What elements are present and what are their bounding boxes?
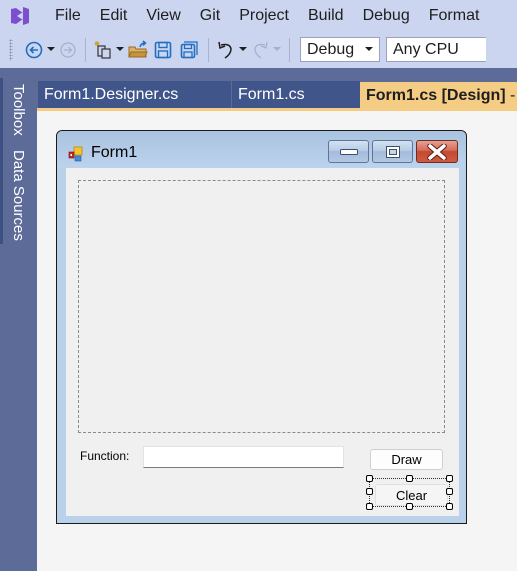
- toolbar-separator: [289, 37, 290, 62]
- drawing-panel[interactable]: [78, 180, 445, 433]
- form-window[interactable]: Form1 Function: Draw Clear: [56, 130, 467, 524]
- minimize-button[interactable]: [328, 140, 369, 163]
- navigate-back-icon[interactable]: [23, 38, 45, 62]
- toolbox-tab-label: Toolbox: [10, 84, 27, 136]
- menu-edit[interactable]: Edit: [89, 0, 136, 31]
- resize-handle-top-right[interactable]: [446, 475, 453, 482]
- form-client-area: Function: Draw Clear: [66, 168, 459, 516]
- new-project-dropdown-icon[interactable]: [114, 47, 126, 52]
- menu-file[interactable]: File: [44, 0, 89, 31]
- chevron-down-icon: [365, 47, 379, 52]
- menu-build[interactable]: Build: [297, 0, 352, 31]
- solution-platform-value: Any CPU: [393, 40, 459, 58]
- data-sources-tab[interactable]: Data Sources: [0, 144, 37, 244]
- resize-handle-top[interactable]: [406, 475, 413, 482]
- toolbar-separator: [85, 37, 86, 62]
- resize-handle-bottom[interactable]: [406, 503, 413, 510]
- save-icon[interactable]: [150, 38, 176, 62]
- toolbox-tab[interactable]: Toolbox: [0, 78, 37, 144]
- menu-git[interactable]: Git: [189, 0, 228, 31]
- close-button[interactable]: [416, 140, 458, 163]
- menu-format[interactable]: Format: [418, 0, 488, 31]
- redo-dropdown-icon[interactable]: [271, 47, 283, 52]
- solution-configuration-value: Debug: [307, 40, 355, 58]
- tab-form1-design[interactable]: Form1.cs [Design] -: [360, 82, 517, 110]
- save-all-icon[interactable]: [176, 38, 202, 62]
- solution-platform-select[interactable]: Any CPU: [386, 37, 486, 62]
- redo-icon[interactable]: [249, 38, 271, 62]
- toolbar-grip[interactable]: [9, 38, 13, 61]
- tab-label: Form1.cs: [238, 86, 305, 103]
- maximize-button[interactable]: [372, 140, 413, 163]
- form-title: Form1: [91, 144, 138, 161]
- draw-button[interactable]: Draw: [370, 449, 443, 470]
- menu-project[interactable]: Project: [228, 0, 297, 31]
- toolwindow-strip: Toolbox Data Sources: [0, 74, 37, 571]
- resize-handle-right[interactable]: [446, 488, 453, 495]
- tab-form1-designer-cs[interactable]: Form1.Designer.cs: [38, 81, 231, 109]
- visual-studio-logo-icon[interactable]: [8, 3, 34, 29]
- pin-icon[interactable]: -: [510, 82, 515, 110]
- form-titlebar: Form1: [57, 131, 466, 168]
- tab-label: Form1.Designer.cs: [44, 86, 179, 103]
- tab-label: Form1.cs [Design]: [366, 87, 506, 104]
- tab-form1-cs[interactable]: Form1.cs: [232, 81, 360, 109]
- undo-icon[interactable]: [215, 38, 237, 62]
- function-label: Function:: [80, 449, 130, 463]
- standard-toolbar: Debug Any CPU: [0, 31, 517, 68]
- open-file-icon[interactable]: [126, 38, 150, 62]
- resize-handle-bottom-left[interactable]: [366, 503, 373, 510]
- form-app-icon: [68, 146, 84, 162]
- resize-handle-left[interactable]: [366, 488, 373, 495]
- menu-bar: File Edit View Git Project Build Debug F…: [0, 0, 517, 31]
- resize-handle-bottom-right[interactable]: [446, 503, 453, 510]
- navigate-forward-icon[interactable]: [57, 38, 79, 62]
- solution-configuration-select[interactable]: Debug: [300, 37, 380, 62]
- menu-view[interactable]: View: [135, 0, 188, 31]
- navigate-back-dropdown-icon[interactable]: [45, 47, 57, 52]
- menu-debug[interactable]: Debug: [352, 0, 418, 31]
- function-input[interactable]: [143, 446, 344, 468]
- toolbar-separator: [208, 37, 209, 62]
- undo-dropdown-icon[interactable]: [237, 47, 249, 52]
- document-tab-bar: Form1.Designer.cs Form1.cs Form1.cs [Des…: [37, 74, 517, 110]
- resize-handle-top-left[interactable]: [366, 475, 373, 482]
- new-project-icon[interactable]: [92, 38, 114, 62]
- data-sources-tab-label: Data Sources: [10, 150, 27, 241]
